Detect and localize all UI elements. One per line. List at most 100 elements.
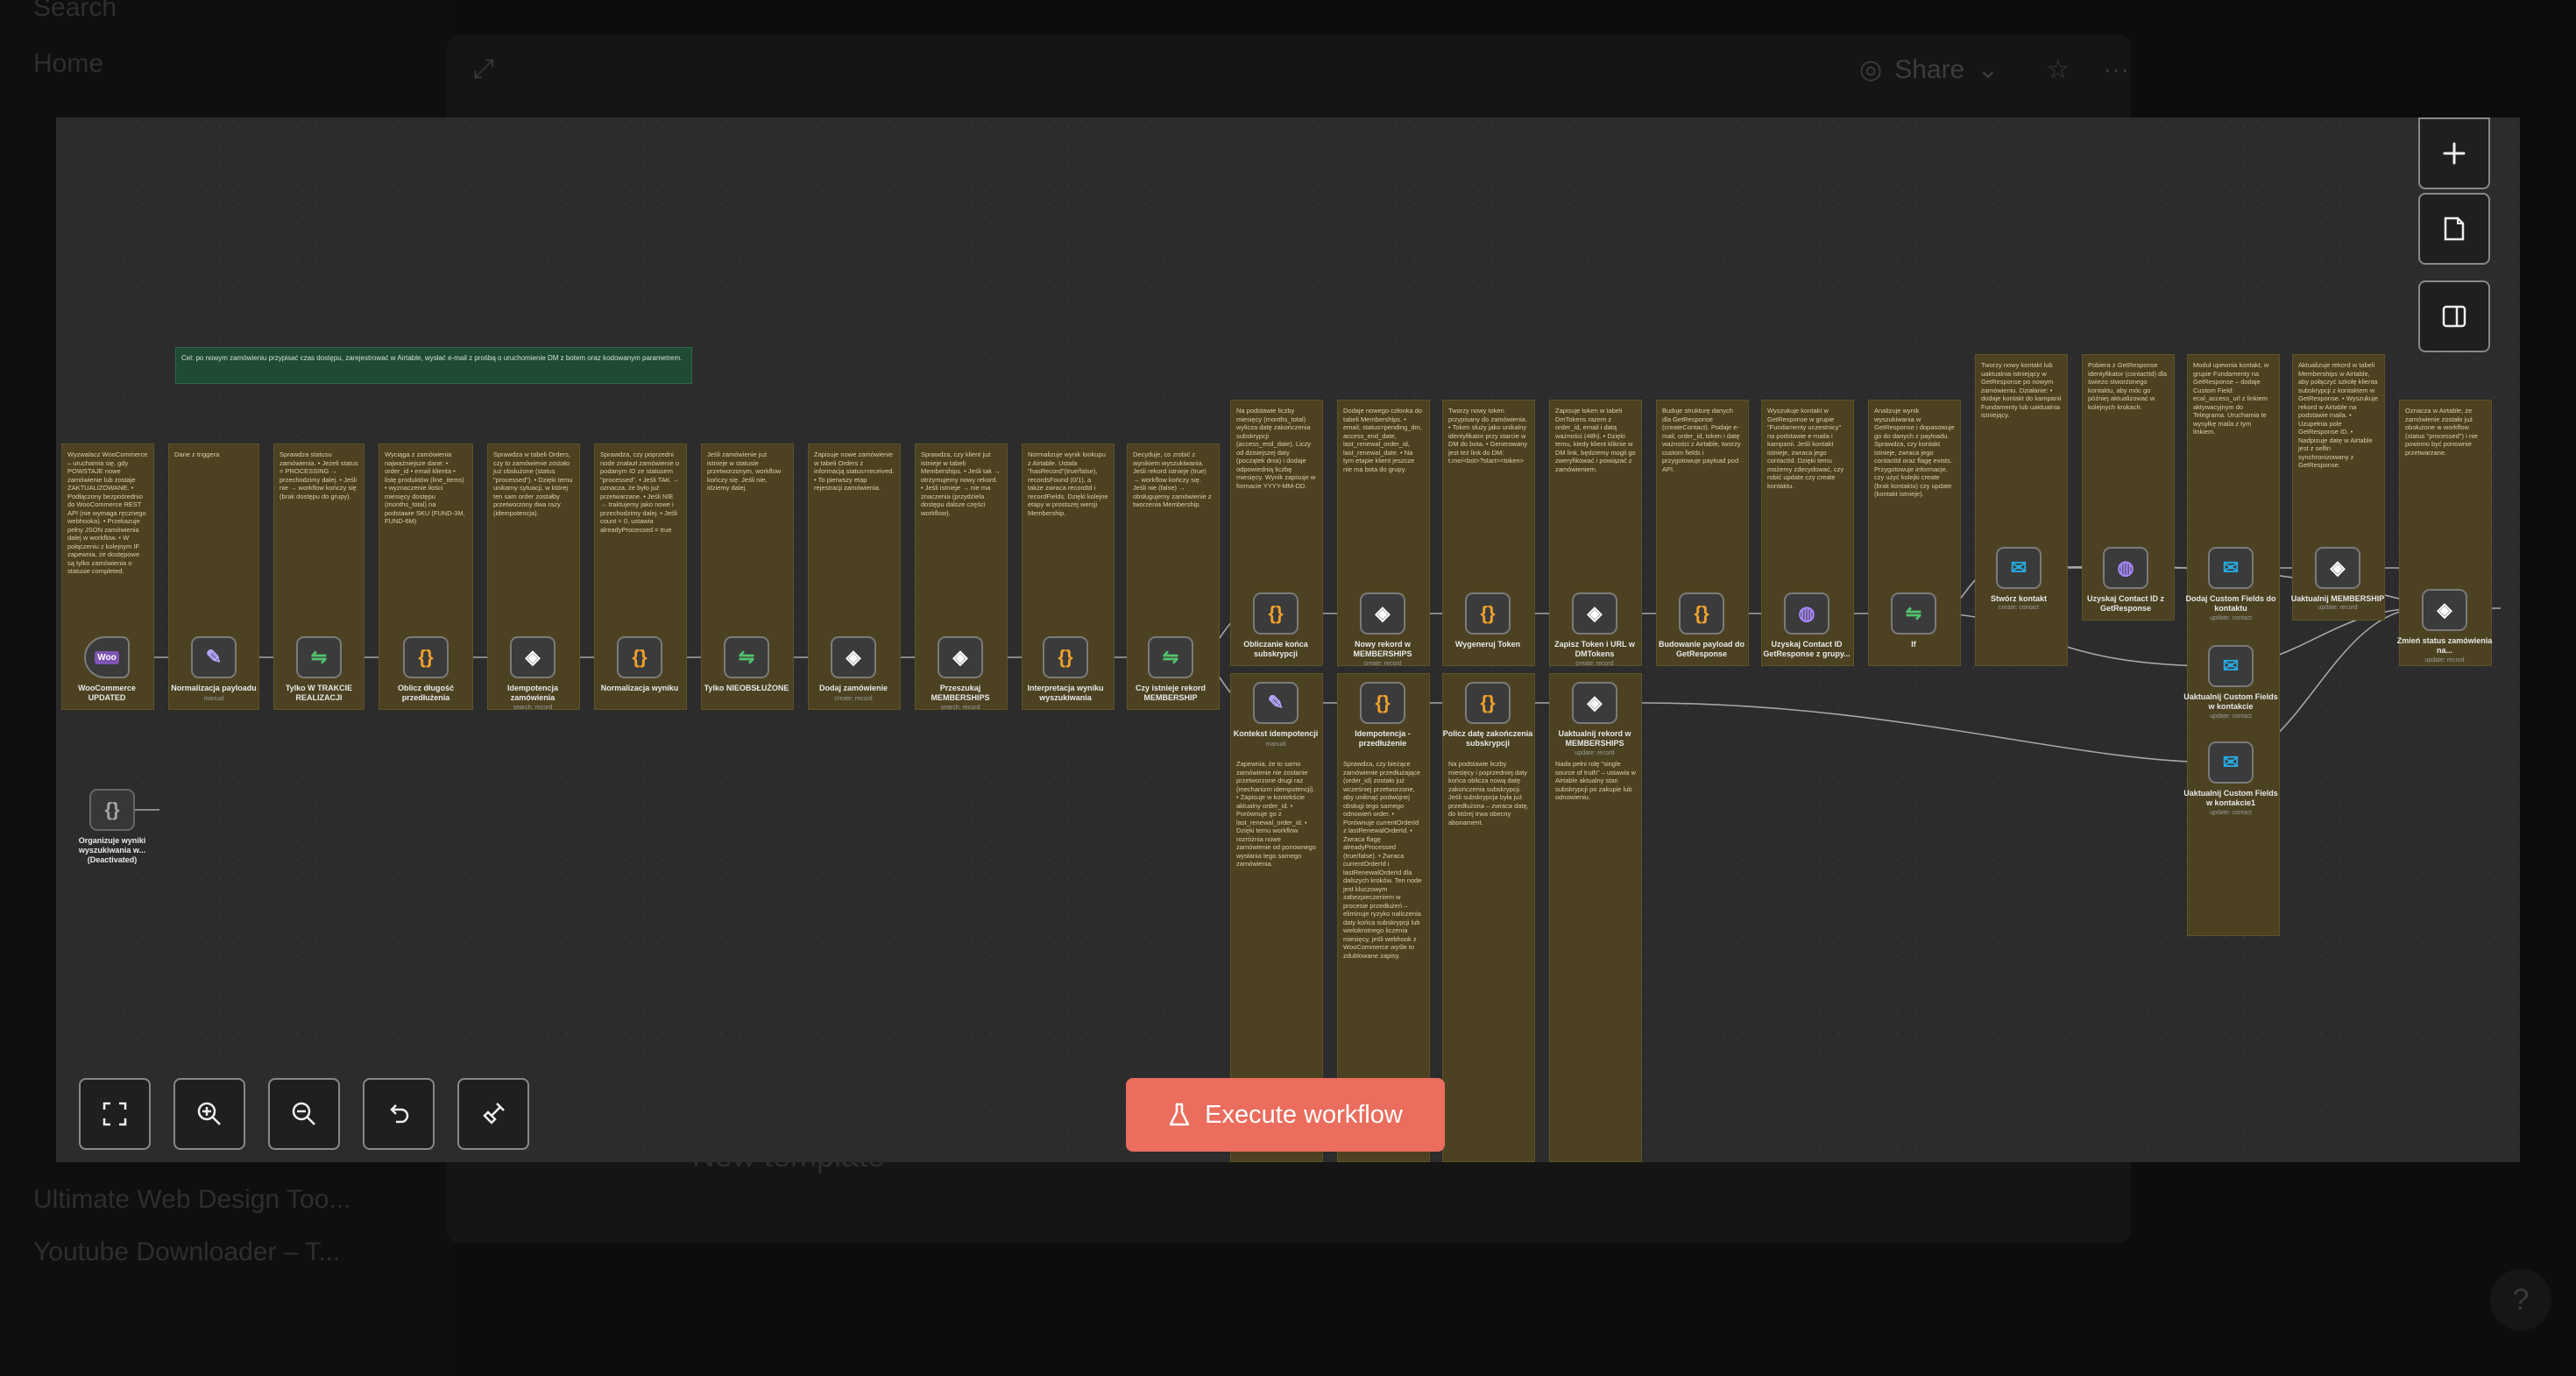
node-label: Idempotencja - przedłużenie xyxy=(1355,729,1411,748)
getresponse-node[interactable]: ✉ xyxy=(2208,547,2254,589)
code-icon: {} xyxy=(418,646,434,668)
code-icon: {} xyxy=(1480,602,1496,624)
getresponse-icon: ✉ xyxy=(2222,655,2240,677)
execute-workflow-button[interactable]: Execute workflow xyxy=(1126,1078,1445,1152)
node-label: If xyxy=(1911,640,1916,649)
http-request-node[interactable]: ◍ xyxy=(2103,547,2148,589)
airtable-icon: ◈ xyxy=(846,646,861,668)
airtable-icon: ◈ xyxy=(952,646,968,668)
code-node[interactable]: {} xyxy=(1679,592,1724,635)
if-icon: ⇋ xyxy=(738,646,755,668)
if-node[interactable]: ⇋ xyxy=(1148,636,1193,678)
share-label: Share xyxy=(1894,54,1965,84)
node-label: Zapisz Token i URL w DMTokens xyxy=(1554,640,1635,658)
http-request-node[interactable]: ◍ xyxy=(1784,592,1829,635)
node-subtitle: create: record xyxy=(1363,661,1402,667)
zoom-out-button[interactable] xyxy=(268,1078,340,1150)
node-label: Czy istnieje rekord MEMBERSHIP xyxy=(1135,684,1207,702)
code-node[interactable]: {} xyxy=(617,636,662,678)
add-sticky-button[interactable] xyxy=(2418,193,2490,265)
node-label: Nowy rekord w MEMBERSHIPS xyxy=(1353,640,1412,658)
node-subtitle: create: record xyxy=(834,696,873,702)
node-label: Policz datę zakończenia subskrypcji xyxy=(1442,729,1533,748)
node-label: Normalizacja wyniku xyxy=(600,684,679,692)
node-subtitle: update: contact xyxy=(2210,713,2252,720)
zoom-in-button[interactable] xyxy=(173,1078,245,1150)
sidebar-item-page: Youtube Downloader – T... xyxy=(33,1238,341,1266)
execute-label: Execute workflow xyxy=(1205,1100,1403,1129)
node-label: Stwórz kontakt xyxy=(1990,594,2047,603)
workflow-canvas[interactable]: Cel: po nowym zamówieniu przypisać czas … xyxy=(56,117,2520,1162)
sidebar-item-page: Ultimate Web Design Too... xyxy=(33,1185,351,1214)
pencil-icon: ✎ xyxy=(205,646,223,668)
node-label: Dodaj zamówienie xyxy=(818,684,888,692)
airtable-node[interactable]: ◈ xyxy=(831,636,876,678)
code-node[interactable]: {} xyxy=(1465,682,1511,724)
toggle-panel-button[interactable] xyxy=(2418,280,2490,352)
add-node-button[interactable] xyxy=(2418,117,2490,189)
airtable-node[interactable]: ◈ xyxy=(1572,592,1617,635)
set-node[interactable]: ✎ xyxy=(1253,682,1299,724)
plus-icon xyxy=(2443,142,2466,165)
sticky-note-goal[interactable]: Cel: po nowym zamówieniu przypisać czas … xyxy=(175,347,692,384)
pencil-icon: ✎ xyxy=(1267,692,1284,713)
code-node[interactable]: {} xyxy=(403,636,449,678)
globe-icon: ◍ xyxy=(2117,557,2134,578)
node-label: Organizuje wyniki wyszukiwania w... (Dea… xyxy=(78,836,146,864)
zoom-in-icon xyxy=(197,1102,221,1125)
node-subtitle: update: contact xyxy=(2210,810,2252,816)
fit-view-button[interactable] xyxy=(79,1078,151,1150)
set-node[interactable]: ✎ xyxy=(191,636,237,678)
code-icon: {} xyxy=(1058,646,1073,668)
code-node[interactable]: {} xyxy=(1360,682,1405,724)
share-menu: ◎ Share ⌄ ☆ ··· xyxy=(1859,54,2129,85)
node-label: Interpretacja wyniku wyszukiwania xyxy=(1027,684,1104,702)
sticky-note[interactable]: Tworzy nowy kontakt lub uaktualnia istni… xyxy=(1975,354,2068,666)
zoom-out-icon xyxy=(292,1102,315,1125)
code-node[interactable]: {} xyxy=(1043,636,1088,678)
code-node-deactivated[interactable]: {} xyxy=(89,789,135,831)
node-subtitle: update: record xyxy=(1575,750,1615,756)
help-label: ? xyxy=(2512,1282,2530,1316)
airtable-icon: ◈ xyxy=(1587,602,1603,624)
code-icon: {} xyxy=(1694,602,1709,624)
chevron-down-icon: ⌄ xyxy=(1977,55,1999,84)
woocommerce-trigger-node[interactable]: Woo xyxy=(84,636,130,678)
node-subtitle: manual xyxy=(1265,741,1286,748)
sidebar-item-home: Home xyxy=(33,49,104,78)
undo-button[interactable] xyxy=(363,1078,435,1150)
node-subtitle: create: contact xyxy=(1999,605,2039,611)
help-button: ? xyxy=(2490,1269,2551,1330)
sticky-note-icon xyxy=(2444,216,2465,241)
getresponse-node[interactable]: ✉ xyxy=(1996,547,2042,589)
getresponse-icon: ✉ xyxy=(2222,751,2240,773)
tidy-up-button[interactable] xyxy=(457,1078,529,1150)
if-node[interactable]: ⇋ xyxy=(1891,592,1936,635)
airtable-node[interactable]: ◈ xyxy=(1572,682,1617,724)
node-label: Oblicz długość przedłużenia xyxy=(397,684,454,702)
node-subtitle: update: record xyxy=(2318,605,2358,611)
code-node[interactable]: {} xyxy=(1465,592,1511,635)
star-icon: ☆ xyxy=(2046,55,2070,84)
panel-icon xyxy=(2442,305,2466,328)
getresponse-icon: ✉ xyxy=(2010,557,2028,578)
getresponse-node[interactable]: ✉ xyxy=(2208,645,2254,687)
if-icon: ⇋ xyxy=(1162,646,1179,668)
fit-view-icon xyxy=(103,1102,127,1126)
code-node[interactable]: {} xyxy=(1253,592,1299,635)
if-icon: ⇋ xyxy=(1905,602,1922,624)
airtable-node[interactable]: ◈ xyxy=(2315,547,2360,589)
if-node[interactable]: ⇋ xyxy=(296,636,342,678)
node-label: Tylko NIEOBSŁUŻONE xyxy=(704,684,789,692)
if-node[interactable]: ⇋ xyxy=(724,636,769,678)
node-label: Budowanie payload do GetResponse xyxy=(1658,640,1744,658)
getresponse-node[interactable]: ✉ xyxy=(2208,741,2254,784)
node-subtitle: search: record xyxy=(940,705,980,711)
airtable-node[interactable]: ◈ xyxy=(938,636,983,678)
node-label: Kontekst idempotencji xyxy=(1233,729,1319,738)
globe-icon: ◍ xyxy=(1798,602,1815,624)
airtable-icon: ◈ xyxy=(525,646,541,668)
airtable-node[interactable]: ◈ xyxy=(2422,589,2467,631)
airtable-node[interactable]: ◈ xyxy=(1360,592,1405,635)
airtable-node[interactable]: ◈ xyxy=(510,636,556,678)
